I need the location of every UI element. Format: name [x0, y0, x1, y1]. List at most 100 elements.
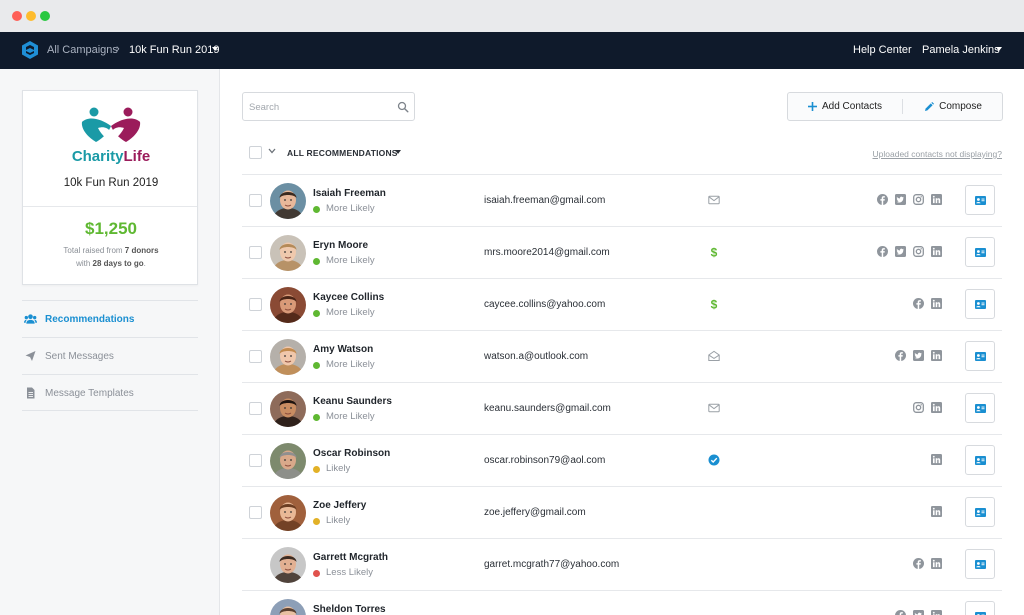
likelihood-label: More Likely	[326, 255, 375, 266]
linkedin-icon[interactable]	[931, 298, 942, 309]
contact-card-button[interactable]	[965, 445, 995, 475]
contact-card-button[interactable]	[965, 601, 995, 615]
linkedin-icon[interactable]	[931, 506, 942, 517]
facebook-icon[interactable]	[913, 558, 924, 569]
row-checkbox[interactable]	[249, 194, 262, 207]
contact-name[interactable]: Zoe Jeffery	[313, 500, 366, 511]
contact-name[interactable]: Garrett Mcgrath	[313, 552, 388, 563]
twitter-icon[interactable]	[913, 350, 924, 361]
instagram-icon[interactable]	[913, 402, 924, 413]
filter-chevron-down-icon[interactable]	[395, 150, 401, 154]
likelihood-dot-icon	[313, 362, 320, 369]
uploaded-contacts-link[interactable]: Uploaded contacts not displaying?	[873, 149, 1002, 159]
contact-name[interactable]: Amy Watson	[313, 344, 373, 355]
sidebar-item-sent-messages[interactable]: Sent Messages	[22, 337, 198, 374]
table-row[interactable]: Amy Watson More Likely watson.a@outlook.co…	[242, 331, 1002, 383]
row-checkbox[interactable]	[249, 298, 262, 311]
row-checkbox[interactable]	[249, 454, 262, 467]
contact-card-button[interactable]	[965, 497, 995, 527]
twitter-icon[interactable]	[895, 194, 906, 205]
table-row[interactable]: Kaycee Collins More Likely caycee.collins@…	[242, 279, 1002, 331]
breadcrumb-all-campaigns[interactable]: All Campaigns	[47, 44, 118, 56]
contact-name[interactable]: Kaycee Collins	[313, 292, 384, 303]
linkedin-icon[interactable]	[931, 246, 942, 257]
linkedin-icon[interactable]	[931, 610, 942, 615]
facebook-icon[interactable]	[877, 246, 888, 257]
id-card-icon	[975, 196, 986, 205]
likelihood-dot-icon	[313, 518, 320, 525]
likelihood-label: More Likely	[326, 359, 375, 370]
contact-card-button[interactable]	[965, 237, 995, 267]
contact-email: caycee.collins@yahoo.com	[484, 299, 606, 310]
avatar	[270, 235, 306, 271]
contact-card-button[interactable]	[965, 393, 995, 423]
contact-name[interactable]: Sheldon Torres	[313, 604, 386, 615]
instagram-icon[interactable]	[913, 246, 924, 257]
contact-card-button[interactable]	[965, 289, 995, 319]
row-checkbox[interactable]	[249, 246, 262, 259]
facebook-icon[interactable]	[877, 194, 888, 205]
window-titlebar	[0, 0, 1024, 32]
sidebar-item-message-templates[interactable]: Message Templates	[22, 374, 198, 411]
linkedin-icon[interactable]	[931, 558, 942, 569]
user-menu[interactable]: Pamela Jenkins	[922, 44, 1000, 56]
twitter-icon[interactable]	[895, 246, 906, 257]
likelihood-dot-icon	[313, 414, 320, 421]
likelihood-label: Likely	[326, 463, 351, 474]
table-row[interactable]: Zoe Jeffery Likely zoe.jeffery@gmail.com	[242, 487, 1002, 539]
likelihood-label: Less Likely	[326, 567, 373, 578]
select-all-checkbox[interactable]	[249, 146, 262, 159]
close-window-button[interactable]	[12, 11, 22, 21]
facebook-icon[interactable]	[895, 610, 906, 615]
table-row[interactable]: Isaiah Freeman More Likely isaiah.freeman@…	[242, 175, 1002, 227]
search-icon[interactable]	[397, 101, 409, 113]
compose-button[interactable]: Compose	[903, 93, 1003, 120]
sidebar-item-recommendations[interactable]: Recommendations	[22, 300, 198, 337]
help-center-link[interactable]: Help Center	[853, 44, 912, 56]
chevron-down-icon[interactable]	[268, 148, 276, 154]
contact-card-button[interactable]	[965, 341, 995, 371]
table-row[interactable]: Garrett Mcgrath Less Likely garret.mcgrath…	[242, 539, 1002, 591]
instagram-icon[interactable]	[913, 194, 924, 205]
avatar	[270, 547, 306, 583]
maximize-window-button[interactable]	[40, 11, 50, 21]
user-chevron-down-icon[interactable]	[996, 47, 1002, 51]
contact-name[interactable]: Keanu Saunders	[313, 396, 392, 407]
add-contacts-button[interactable]: Add Contacts	[788, 93, 902, 120]
contact-card-button[interactable]	[965, 185, 995, 215]
app-logo-icon[interactable]	[21, 40, 39, 60]
breadcrumb-current-campaign[interactable]: 10k Fun Run 2019	[129, 44, 220, 56]
charity-name: CharityLife	[71, 148, 151, 165]
dollar-icon: $	[711, 246, 718, 258]
sidebar-item-label: Message Templates	[45, 388, 134, 399]
row-checkbox[interactable]	[249, 506, 262, 519]
table-row[interactable]: Oscar Robinson Likely oscar.robinson79@aol…	[242, 435, 1002, 487]
contact-name[interactable]: Eryn Moore	[313, 240, 368, 251]
likelihood-dot-icon	[313, 570, 320, 577]
contact-card-button[interactable]	[965, 549, 995, 579]
linkedin-icon[interactable]	[931, 454, 942, 465]
social-links	[895, 610, 942, 615]
facebook-icon[interactable]	[895, 350, 906, 361]
row-checkbox[interactable]	[249, 350, 262, 363]
linkedin-icon[interactable]	[931, 402, 942, 413]
table-row[interactable]: Eryn Moore More Likely mrs.moore2014@gmail…	[242, 227, 1002, 279]
contact-name[interactable]: Oscar Robinson	[313, 448, 390, 459]
table-row[interactable]: Sheldon Torres	[242, 591, 1002, 615]
main-content: Add Contacts Compose ALL RECOMMENDATIONS…	[221, 69, 1024, 615]
twitter-icon[interactable]	[913, 610, 924, 615]
avatar	[270, 599, 306, 615]
contact-name[interactable]: Isaiah Freeman	[313, 188, 386, 199]
dollar-icon: $	[711, 298, 718, 310]
filter-dropdown[interactable]: ALL RECOMMENDATIONS	[287, 148, 398, 158]
linkedin-icon[interactable]	[931, 350, 942, 361]
facebook-icon[interactable]	[913, 298, 924, 309]
linkedin-icon[interactable]	[931, 194, 942, 205]
row-checkbox[interactable]	[249, 402, 262, 415]
users-icon	[24, 314, 37, 324]
campaign-chevron-down-icon[interactable]	[212, 47, 218, 51]
minimize-window-button[interactable]	[26, 11, 36, 21]
table-row[interactable]: Keanu Saunders More Likely keanu.saunders@…	[242, 383, 1002, 435]
search-input[interactable]	[249, 100, 389, 114]
avatar	[270, 495, 306, 531]
